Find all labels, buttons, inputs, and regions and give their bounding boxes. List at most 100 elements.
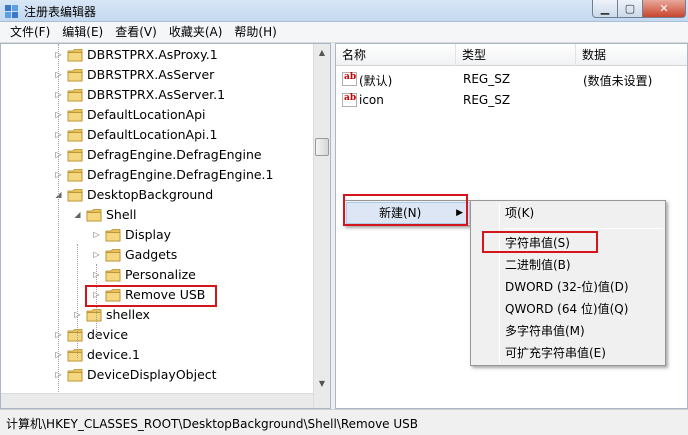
menu-favorites[interactable]: 收藏夹(A) <box>163 23 229 42</box>
tree-item[interactable]: ▷ DBRSTPRX.AsServer <box>1 65 313 85</box>
status-path: 计算机\HKEY_CLASSES_ROOT\DesktopBackground\… <box>6 417 419 431</box>
folder-icon <box>67 168 83 182</box>
menu-file[interactable]: 文件(F) <box>4 23 56 42</box>
folder-icon <box>67 128 83 142</box>
column-header-name[interactable]: 名称 <box>336 44 456 66</box>
caption-buttons: ▁ ▢ ✕ <box>592 0 686 20</box>
value-name: icon <box>359 93 384 107</box>
scroll-down-arrow-icon[interactable]: ▼ <box>314 375 330 392</box>
menu-separator <box>503 228 663 229</box>
tree-item[interactable]: ▷ device.1 <box>1 345 313 365</box>
tree-item-label: DBRSTPRX.AsProxy.1 <box>87 47 218 62</box>
tree-item[interactable]: ▷ DefragEngine.DefragEngine <box>1 145 313 165</box>
new-submenu: 项(K) 字符串值(S) 二进制值(B) DWORD (32-位)值(D) QW… <box>470 200 666 366</box>
tree-item[interactable]: ▷ DefragEngine.DefragEngine.1 <box>1 165 313 185</box>
tree-item-label: device <box>87 327 129 342</box>
value-row-icon[interactable]: ab icon REG_SZ <box>336 90 687 110</box>
menu-item-dword-value[interactable]: DWORD (32-位)值(D) <box>505 276 629 298</box>
tree-item-label: DBRSTPRX.AsServer.1 <box>87 87 226 102</box>
tree-item-label: Personalize <box>125 267 196 282</box>
folder-icon <box>86 208 102 222</box>
value-name: (默认) <box>359 74 393 88</box>
value-type: REG_SZ <box>463 72 511 86</box>
tree-item[interactable]: ▷ DefaultLocationApi <box>1 105 313 125</box>
list-header: 名称 类型 数据 <box>336 44 687 66</box>
close-button[interactable]: ✕ <box>643 0 686 18</box>
tree-connector-line <box>58 44 59 404</box>
tree-item-label: DeviceDisplayObject <box>87 367 217 382</box>
tree-item[interactable]: ▷ device <box>1 325 313 345</box>
status-bar: 计算机\HKEY_CLASSES_ROOT\DesktopBackground\… <box>0 409 688 435</box>
menu-bar: 文件(F) 编辑(E) 查看(V) 收藏夹(A) 帮助(H) <box>0 22 688 43</box>
collapse-arrow-icon[interactable]: ◢ <box>73 210 82 219</box>
menu-item-key[interactable]: 项(K) <box>505 202 534 224</box>
menu-item-expandable-string-value[interactable]: 可扩充字符串值(E) <box>505 342 606 364</box>
folder-icon <box>105 268 121 282</box>
tree-item[interactable]: ▷ DeviceDisplayObject <box>1 365 313 385</box>
tree-item[interactable]: ▷ DefaultLocationApi.1 <box>1 125 313 145</box>
menu-help[interactable]: 帮助(H) <box>228 23 282 42</box>
menu-item-binary-value[interactable]: 二进制值(B) <box>505 254 571 276</box>
folder-icon <box>67 148 83 162</box>
tree-item-label: DesktopBackground <box>87 187 214 202</box>
menu-item-qword-value[interactable]: QWORD (64 位)值(Q) <box>505 298 628 320</box>
tree-item[interactable]: ◢ Shell <box>1 205 313 225</box>
window-title: 注册表编辑器 <box>24 5 97 19</box>
tree-item-label: DefaultLocationApi.1 <box>87 127 218 142</box>
registry-tree[interactable]: ▷ DBRSTPRX.AsProxy.1 ▷ DBRSTPRX.AsServer ▷ DB… <box>0 43 331 409</box>
tree-connector-line <box>77 244 78 358</box>
folder-icon <box>67 348 83 362</box>
folder-icon <box>105 228 121 242</box>
tree-item-label: device.1 <box>87 347 140 362</box>
tree-item-label: DefragEngine.DefragEngine.1 <box>87 167 274 182</box>
tree-item-label: shellex <box>106 307 150 322</box>
folder-icon <box>67 68 83 82</box>
tree-item[interactable]: ▷ Display <box>1 225 313 245</box>
folder-icon <box>105 248 121 262</box>
scroll-up-arrow-icon[interactable]: ▲ <box>314 44 330 61</box>
tree-item-label: Shell <box>106 207 137 222</box>
string-value-icon: ab <box>342 93 357 107</box>
tree-item-label: Gadgets <box>125 247 178 262</box>
tree-item[interactable]: ▷ DBRSTPRX.AsServer.1 <box>1 85 313 105</box>
menu-view[interactable]: 查看(V) <box>109 23 163 42</box>
registry-editor-window: 注册表编辑器 ▁ ▢ ✕ 文件(F) 编辑(E) 查看(V) 收藏夹(A) 帮助… <box>0 0 688 435</box>
tree-item[interactable]: ▷ Personalize <box>1 265 313 285</box>
tree-item[interactable]: ▷ Gadgets <box>1 245 313 265</box>
folder-icon <box>67 188 83 202</box>
value-data: (数值未设置) <box>583 74 653 88</box>
menu-edit[interactable]: 编辑(E) <box>56 23 109 42</box>
remove-usb-highlight-box <box>85 285 217 307</box>
minimize-button[interactable]: ▁ <box>592 0 618 18</box>
tree-item-label: DefaultLocationApi <box>87 107 206 122</box>
value-row-default[interactable]: ab (默认) REG_SZ (数值未设置) <box>336 69 687 89</box>
scroll-thumb[interactable] <box>315 138 329 156</box>
tree-horizontal-scrollbar[interactable] <box>1 393 313 408</box>
new-menu-highlight-box <box>343 194 468 226</box>
maximize-icon: ▢ <box>624 2 636 15</box>
minimize-icon: ▁ <box>600 2 610 15</box>
folder-icon <box>67 108 83 122</box>
expand-arrow-icon[interactable]: ▷ <box>92 230 101 239</box>
maximize-button[interactable]: ▢ <box>618 0 643 18</box>
column-header-data[interactable]: 数据 <box>576 44 687 66</box>
folder-icon <box>86 308 102 322</box>
menu-gutter <box>499 203 500 363</box>
string-value-highlight-box <box>482 231 598 253</box>
regedit-app-icon <box>5 5 18 18</box>
value-type: REG_SZ <box>463 93 511 107</box>
column-header-type[interactable]: 类型 <box>456 44 576 66</box>
tree-item-label: Display <box>125 227 172 242</box>
folder-icon <box>67 328 83 342</box>
tree-item[interactable]: ▷ shellex <box>1 305 313 325</box>
title-bar[interactable]: 注册表编辑器 ▁ ▢ ✕ <box>0 0 688 22</box>
expand-arrow-icon[interactable]: ▷ <box>92 250 101 259</box>
tree-item-label: DBRSTPRX.AsServer <box>87 67 215 82</box>
menu-item-multi-string-value[interactable]: 多字符串值(M) <box>505 320 585 342</box>
folder-icon <box>67 368 83 382</box>
tree-item[interactable]: ▷ DBRSTPRX.AsProxy.1 <box>1 45 313 65</box>
tree-item[interactable]: ◢ DesktopBackground <box>1 185 313 205</box>
tree-item-label: DefragEngine.DefragEngine <box>87 147 262 162</box>
folder-icon <box>67 48 83 62</box>
tree-vertical-scrollbar[interactable]: ▲ ▼ <box>313 44 330 408</box>
